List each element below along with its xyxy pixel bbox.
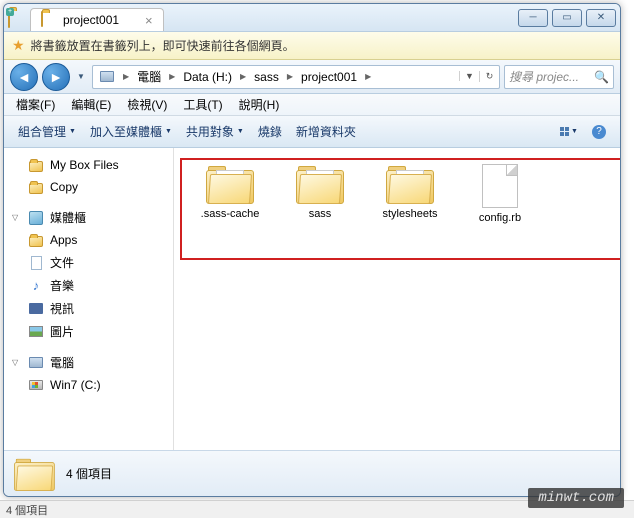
folder-icon xyxy=(296,164,344,204)
file-name: config.rb xyxy=(479,212,521,224)
folder-icon xyxy=(28,232,44,248)
watermark: minwt.com xyxy=(528,488,624,508)
sidebar-group-libraries[interactable]: ▽媒體櫃 xyxy=(4,206,173,229)
help-icon: ? xyxy=(592,125,606,139)
refresh-icon[interactable]: ↻ xyxy=(479,71,499,82)
chevron-down-icon: ▼ xyxy=(69,128,76,135)
sidebar-group-computer[interactable]: ▽電腦 xyxy=(4,351,173,374)
folder-item[interactable]: .sass-cache xyxy=(194,164,266,224)
folder-icon xyxy=(28,157,44,173)
drive-icon xyxy=(28,377,44,393)
sidebar-item-pictures[interactable]: 圖片 xyxy=(4,320,173,343)
chevron-right-icon[interactable]: ▶ xyxy=(238,72,248,81)
content-area: My Box Files Copy ▽媒體櫃 Apps 文件 ♪音樂 視訊 圖片… xyxy=(4,148,620,450)
folder-icon xyxy=(206,164,254,204)
chevron-down-icon: ▼ xyxy=(165,128,172,135)
sidebar-item-drive-c[interactable]: Win7 (C:) xyxy=(4,374,173,396)
toolbar-new-folder[interactable]: 新增資料夾 xyxy=(290,123,362,140)
search-placeholder: 搜尋 projec... xyxy=(509,68,579,85)
view-icon xyxy=(560,127,569,136)
toolbar-share[interactable]: 共用對象▼ xyxy=(180,123,250,140)
forward-button[interactable]: ► xyxy=(42,63,70,91)
chevron-right-icon[interactable]: ▶ xyxy=(121,72,131,81)
sidebar-item[interactable]: Copy xyxy=(4,176,173,198)
sidebar-item-apps[interactable]: Apps xyxy=(4,229,173,251)
file-name: sass xyxy=(309,208,332,220)
history-dropdown-icon[interactable]: ▼ xyxy=(74,63,88,91)
toolbar: 組合管理▼ 加入至媒體櫃▼ 共用對象▼ 燒錄 新增資料夾 ▼ ? xyxy=(4,116,620,148)
sidebar[interactable]: My Box Files Copy ▽媒體櫃 Apps 文件 ♪音樂 視訊 圖片… xyxy=(4,148,174,450)
toolbar-burn[interactable]: 燒錄 xyxy=(252,123,288,140)
folder-item[interactable]: sass xyxy=(284,164,356,224)
breadcrumb-item[interactable]: sass xyxy=(248,66,285,88)
menu-edit[interactable]: 編輯(E) xyxy=(63,96,119,113)
close-button[interactable]: ✕ xyxy=(586,9,616,27)
maximize-button[interactable]: ▭ xyxy=(552,9,582,27)
explorer-window: + project001 × ─ ▭ ✕ ★ 將書籤放置在書籤列上，即可快速前往… xyxy=(3,3,621,497)
star-icon[interactable]: ★ xyxy=(12,37,25,54)
tab-title: project001 xyxy=(63,13,119,27)
titlebar[interactable]: + project001 × ─ ▭ ✕ xyxy=(4,4,620,32)
chevron-down-icon[interactable]: ▼ xyxy=(459,71,479,81)
chevron-down-icon[interactable]: ▽ xyxy=(12,358,22,367)
file-name: stylesheets xyxy=(382,208,437,220)
info-text: 將書籤放置在書籤列上，即可快速前往各個網頁。 xyxy=(31,37,295,54)
sidebar-item-videos[interactable]: 視訊 xyxy=(4,297,173,320)
help-button[interactable]: ? xyxy=(586,121,612,143)
menu-help[interactable]: 說明(H) xyxy=(231,96,288,113)
back-button[interactable]: ◄ xyxy=(10,63,38,91)
toolbar-include[interactable]: 加入至媒體櫃▼ xyxy=(84,123,178,140)
chevron-right-icon[interactable]: ▶ xyxy=(363,72,373,81)
folder-icon xyxy=(386,164,434,204)
browser-tab[interactable]: project001 × xyxy=(30,8,164,31)
folder-icon xyxy=(28,179,44,195)
menu-bar: 檔案(F) 編輯(E) 檢視(V) 工具(T) 說明(H) xyxy=(4,94,620,116)
library-icon xyxy=(28,210,44,226)
video-icon xyxy=(28,301,44,317)
breadcrumb-item[interactable]: Data (H:) xyxy=(177,66,238,88)
search-input[interactable]: 搜尋 projec... 🔍 xyxy=(504,65,614,89)
chevron-right-icon[interactable]: ▶ xyxy=(167,72,177,81)
folder-icon xyxy=(41,12,57,28)
document-icon xyxy=(28,255,44,271)
file-list-pane[interactable]: .sass-cache sass stylesheets config.rb xyxy=(174,148,620,450)
breadcrumb-item[interactable]: project001 xyxy=(295,66,363,88)
status-text: 4 個項目 xyxy=(6,502,48,518)
menu-file[interactable]: 檔案(F) xyxy=(8,96,63,113)
view-options-button[interactable]: ▼ xyxy=(556,121,582,143)
menu-view[interactable]: 檢視(V) xyxy=(119,96,175,113)
close-tab-icon[interactable]: × xyxy=(145,13,153,28)
sidebar-item-music[interactable]: ♪音樂 xyxy=(4,274,173,297)
folder-item[interactable]: stylesheets xyxy=(374,164,446,224)
chevron-down-icon: ▼ xyxy=(237,128,244,135)
computer-icon xyxy=(28,355,44,371)
sidebar-item[interactable]: My Box Files xyxy=(4,154,173,176)
search-icon[interactable]: 🔍 xyxy=(594,70,609,84)
music-icon: ♪ xyxy=(28,278,44,294)
sidebar-item-documents[interactable]: 文件 xyxy=(4,251,173,274)
chevron-down-icon[interactable]: ▽ xyxy=(12,213,22,222)
item-count: 4 個項目 xyxy=(66,465,112,482)
breadcrumb[interactable]: ▶ 電腦 ▶ Data (H:) ▶ sass ▶ project001 ▶ ▼… xyxy=(92,65,500,89)
new-tab-icon[interactable]: + xyxy=(8,10,24,26)
chevron-right-icon[interactable]: ▶ xyxy=(285,72,295,81)
menu-tools[interactable]: 工具(T) xyxy=(175,96,230,113)
nav-bar: ◄ ► ▼ ▶ 電腦 ▶ Data (H:) ▶ sass ▶ project0… xyxy=(4,60,620,94)
picture-icon xyxy=(28,324,44,340)
folder-icon xyxy=(14,457,54,491)
computer-icon xyxy=(99,69,115,85)
minimize-button[interactable]: ─ xyxy=(518,9,548,27)
file-name: .sass-cache xyxy=(201,208,260,220)
breadcrumb-item[interactable]: 電腦 xyxy=(131,66,167,88)
info-bar: ★ 將書籤放置在書籤列上，即可快速前往各個網頁。 xyxy=(4,32,620,60)
file-item[interactable]: config.rb xyxy=(464,164,536,224)
toolbar-organize[interactable]: 組合管理▼ xyxy=(12,123,82,140)
file-icon xyxy=(482,164,518,208)
